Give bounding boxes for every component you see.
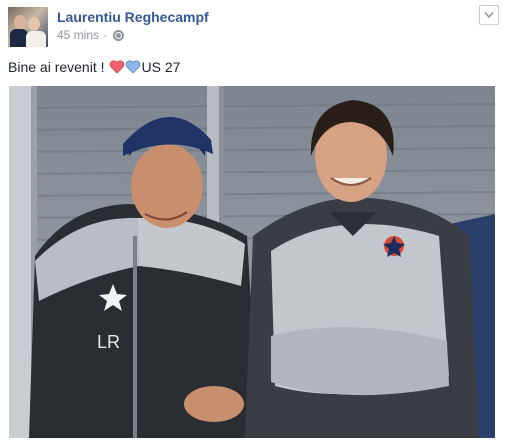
avatar-figure xyxy=(14,15,26,29)
blue-heart-icon xyxy=(125,60,140,74)
author-name-link[interactable]: Laurentiu Reghecampf xyxy=(57,9,209,25)
avatar-figure xyxy=(26,31,46,47)
chevron-down-icon xyxy=(484,12,494,19)
post-status-text: Bine ai revenit ! US 27 xyxy=(8,59,180,75)
status-text-start: Bine ai revenit ! xyxy=(8,59,105,75)
post-timestamp[interactable]: 45 mins xyxy=(57,28,99,42)
photo-illustration: LR xyxy=(9,86,495,438)
meta-separator: · xyxy=(103,28,108,42)
globe-icon[interactable] xyxy=(113,29,125,41)
post-options-button[interactable] xyxy=(479,5,499,25)
facebook-post: Laurentiu Reghecampf 45 mins · Bine ai r… xyxy=(0,0,505,446)
post-photo[interactable]: LR xyxy=(9,86,495,438)
red-heart-icon xyxy=(109,60,124,74)
svg-text:LR: LR xyxy=(97,332,120,352)
avatar-figure xyxy=(28,17,40,31)
post-meta: 45 mins · xyxy=(57,28,125,42)
heart-emojis xyxy=(109,60,141,74)
author-avatar[interactable] xyxy=(8,7,48,47)
status-text-end: US 27 xyxy=(141,59,181,75)
